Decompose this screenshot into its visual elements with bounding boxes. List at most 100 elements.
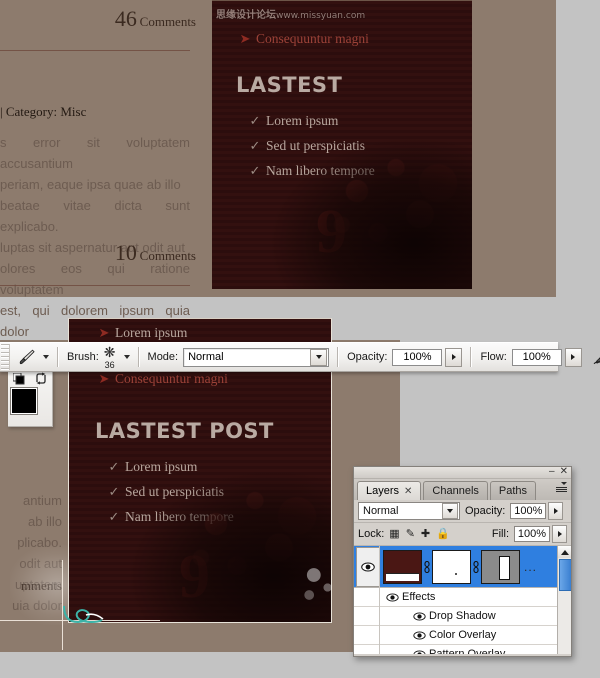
- layer-visibility-toggle[interactable]: [356, 546, 380, 587]
- opacity-slider-arrow-icon[interactable]: [445, 347, 463, 367]
- scroll-up-button[interactable]: [558, 546, 571, 558]
- opacity-field[interactable]: 100%: [392, 347, 463, 367]
- layer-opacity-slider-arrow-icon[interactable]: [548, 502, 564, 520]
- vector-mask-thumbnail[interactable]: [481, 549, 520, 584]
- fill-label: Fill:: [491, 528, 509, 540]
- tool-preset-chevron-down-icon[interactable]: [43, 355, 49, 359]
- forum-watermark: 思缘设计论坛www.missyuan.com: [216, 6, 365, 21]
- airbrush-toggle-button[interactable]: [592, 347, 600, 367]
- panel-menu-button[interactable]: [556, 482, 567, 492]
- minimize-icon[interactable]: –: [549, 467, 555, 477]
- airbrush-icon: [593, 357, 600, 365]
- effects-visibility-toggle[interactable]: [382, 592, 402, 602]
- layer-blend-chevron-down-icon[interactable]: [442, 503, 458, 519]
- layer-opacity-value[interactable]: 100%: [510, 503, 547, 519]
- comments-label: Comments: [139, 248, 196, 263]
- options-bar: Brush: ❋ 36 Mode: Normal Opacity: 100% F…: [0, 342, 600, 372]
- tab-paths[interactable]: Paths: [489, 481, 537, 500]
- list-item-label: Sed ut perspiciatis: [125, 484, 224, 499]
- drop-shadow-visibility-toggle[interactable]: [409, 611, 429, 621]
- layers-panel-tabs: Layers ✕ Channels Paths: [354, 479, 571, 500]
- flow-slider-arrow-icon[interactable]: [564, 347, 582, 367]
- layer-fill-value[interactable]: 100%: [514, 526, 550, 542]
- lock-transparent-pixels-icon[interactable]: ▦: [389, 528, 399, 540]
- article-body-top: s error sit voluptatem accusantium peria…: [0, 135, 190, 339]
- brush-label: Brush:: [67, 351, 99, 363]
- tab-close-icon[interactable]: ✕: [404, 486, 412, 497]
- lock-all-icon[interactable]: 🔒: [436, 528, 450, 540]
- panel-window-buttons: – ✕: [549, 467, 568, 477]
- watermark-url: www.missyuan.com: [276, 11, 366, 21]
- flow-value[interactable]: 100%: [511, 348, 562, 366]
- list-item: ✓ Nam libero tempore: [244, 163, 472, 179]
- panel-menu-line: [556, 487, 567, 488]
- check-bullet-icon: ✓: [249, 113, 261, 128]
- panel-menu-chevron-down-icon: [561, 482, 567, 485]
- active-tool-picker[interactable]: [17, 347, 49, 367]
- list-item-label: Lorem ipsum: [266, 113, 339, 128]
- foreground-color-swatch[interactable]: [11, 388, 37, 414]
- opacity-label: Opacity:: [347, 351, 388, 363]
- arrow-bullet-icon: ➤: [98, 371, 110, 386]
- arrow-bullet-icon: ➤: [98, 325, 110, 340]
- canvas-right-margin: [556, 0, 600, 297]
- blend-mode-value: Normal: [188, 351, 224, 363]
- comments-label: mments: [20, 578, 62, 593]
- panel-menu-line: [556, 491, 567, 492]
- table-row[interactable]: ...: [354, 546, 571, 588]
- scrollbar-thumb[interactable]: [559, 559, 571, 591]
- list-item: ✓ Lorem ipsum: [103, 459, 331, 475]
- options-divider: [337, 347, 340, 367]
- close-icon[interactable]: ✕: [560, 467, 568, 477]
- layer-blend-mode-select[interactable]: Normal: [358, 502, 460, 520]
- blend-mode-chevron-down-icon[interactable]: [310, 348, 328, 366]
- check-bullet-icon: ✓: [108, 484, 120, 499]
- blend-mode-select[interactable]: Normal: [183, 347, 330, 367]
- tab-channels[interactable]: Channels: [423, 481, 488, 500]
- layer-fill-field[interactable]: 100%: [514, 525, 567, 543]
- check-bullet-icon: ✓: [249, 163, 261, 178]
- opacity-value[interactable]: 100%: [392, 348, 443, 366]
- layers-list[interactable]: ... Effects Drop Shadow Color Overlay Pa…: [354, 546, 571, 654]
- layers-scrollbar[interactable]: [557, 546, 571, 654]
- options-bar-grip[interactable]: [1, 344, 10, 370]
- check-bullet-icon: ✓: [108, 459, 120, 474]
- mockup-bottom-arrow-item-2: ➤ Consequuntur magni: [93, 371, 331, 387]
- mockup-bottom-arrow-item-1: ➤ Lorem ipsum: [93, 325, 331, 341]
- comments-count-top: 46 Comments: [0, 6, 196, 32]
- mockup-top-checklist: ✓ Lorem ipsum ✓ Sed ut perspiciatis ✓ Na…: [244, 113, 472, 179]
- comments-count-mid: 10 Comments: [0, 240, 196, 266]
- layer-fill-slider-arrow-icon[interactable]: [552, 525, 567, 543]
- blend-opacity-row: Normal Opacity: 100%: [354, 500, 571, 523]
- color-overlay-visibility-toggle[interactable]: [409, 630, 429, 640]
- eye-icon: [412, 649, 426, 654]
- lock-buttons-group: ▦ ✎ ✚ 🔒: [389, 528, 450, 540]
- list-item: ✓ Lorem ipsum: [244, 113, 472, 129]
- mockup-bottom-arrow-label-1: Lorem ipsum: [115, 325, 188, 340]
- check-bullet-icon: ✓: [108, 509, 120, 524]
- layer-mask-link-icon[interactable]: [422, 551, 432, 583]
- article-category-meta: | Category: Misc: [0, 104, 87, 119]
- lock-position-icon[interactable]: ✚: [421, 528, 430, 540]
- brush-picker-chevron-down-icon[interactable]: [123, 355, 130, 359]
- layer-mask-thumbnail[interactable]: [432, 549, 471, 584]
- layers-panel-titlebar[interactable]: – ✕: [354, 467, 571, 479]
- list-item[interactable]: Pattern Overlay: [354, 645, 571, 654]
- tab-channels-label: Channels: [432, 485, 479, 497]
- tab-layers[interactable]: Layers ✕: [357, 481, 422, 500]
- vector-mask-link-icon[interactable]: [471, 551, 481, 583]
- mockup-bottom-heading: LASTEST POST: [95, 419, 274, 443]
- layer-thumbnail[interactable]: [383, 549, 422, 584]
- default-colors-icon[interactable]: [13, 373, 25, 385]
- brush-tip-preview[interactable]: ❋ 36: [104, 345, 116, 370]
- pattern-overlay-visibility-toggle[interactable]: [409, 649, 429, 654]
- layer-blend-mode-value: Normal: [363, 505, 399, 517]
- layer-opacity-field[interactable]: 100%: [510, 502, 564, 520]
- swap-colors-icon[interactable]: [35, 372, 48, 385]
- lock-image-pixels-icon[interactable]: ✎: [406, 528, 415, 540]
- list-item[interactable]: Effects: [354, 588, 571, 607]
- list-item[interactable]: Drop Shadow: [354, 607, 571, 626]
- flow-field[interactable]: 100%: [511, 347, 582, 367]
- list-item-label: Nam libero tempore: [125, 509, 234, 524]
- list-item[interactable]: Color Overlay: [354, 626, 571, 645]
